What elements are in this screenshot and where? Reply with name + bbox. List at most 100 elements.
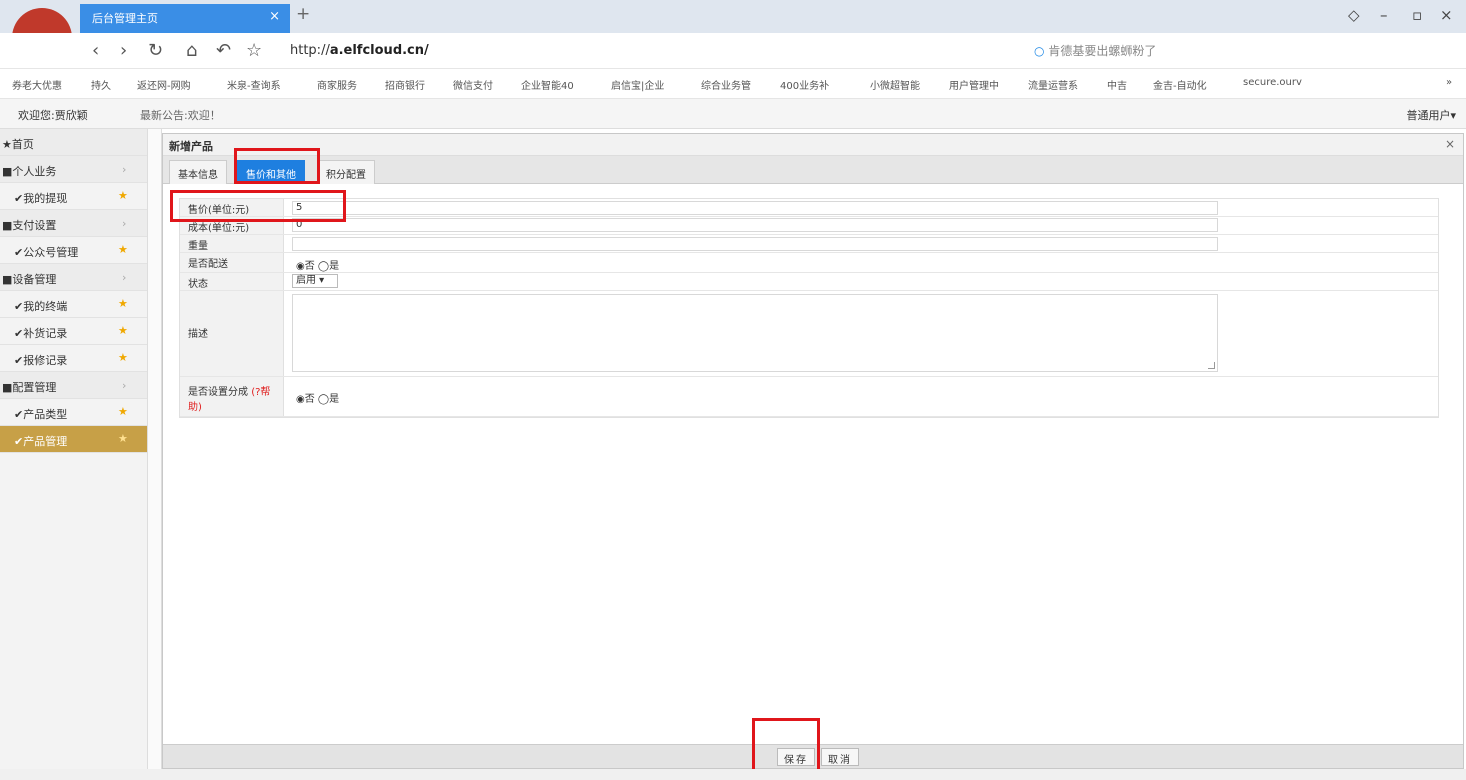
row-delivery: 是否配送 ◉否 ◯是 xyxy=(180,253,1438,273)
sidebar-item-label: ✔公众号管理 xyxy=(14,246,79,259)
sidebar-item[interactable]: ■支付设置 › xyxy=(0,210,147,237)
chevron-right-icon: › xyxy=(122,217,127,230)
reload-icon[interactable]: ↻ xyxy=(148,40,163,61)
welcome-text: 欢迎您:贾欣颖 xyxy=(18,109,88,122)
search-box[interactable]: ○ 肯德基要出螺蛳粉了 xyxy=(1034,42,1156,59)
search-icon: ○ xyxy=(1034,44,1045,58)
restore-icon[interactable]: ◇ xyxy=(1348,6,1360,24)
status-label: 状态 xyxy=(180,273,284,290)
bookmark-item[interactable]: 小微超智能 xyxy=(870,77,920,92)
sidebar-item-label: ✔报修记录 xyxy=(14,354,68,367)
url-host: a.elfcloud.cn/ xyxy=(329,43,429,58)
tab-points-config[interactable]: 积分配置 xyxy=(317,160,375,184)
sidebar-item[interactable]: ✔产品类型 ★ xyxy=(0,399,147,426)
undo-icon[interactable]: ↶ xyxy=(216,40,231,61)
bookmark-item[interactable]: 金吉-自动化 xyxy=(1153,77,1207,92)
bookmark-item[interactable]: 中吉 xyxy=(1107,77,1127,92)
bookmarks-more-icon[interactable]: » xyxy=(1446,77,1452,88)
bookmark-item[interactable]: 用户管理中 xyxy=(949,77,999,92)
sidebar-item[interactable]: ✔报修记录 ★ xyxy=(0,345,147,372)
bookmark-item[interactable]: 返还网-网购 xyxy=(137,77,191,92)
row-status: 状态 启用 ▾ xyxy=(180,273,1438,291)
user-menu[interactable]: 普通用户▾ xyxy=(1406,107,1456,123)
sidebar-item-label: ✔我的提现 xyxy=(14,192,68,205)
dialog-close-icon[interactable]: × xyxy=(1445,137,1455,151)
close-window-icon[interactable]: × xyxy=(1440,6,1453,24)
cancel-button[interactable]: 取消 xyxy=(821,748,859,766)
description-textarea[interactable] xyxy=(292,294,1218,372)
bookmarks-bar: 券老大优惠 持久 返还网-网购 米泉-查询系 商家服务 招商银行 微信支付 企业智能40 启信宝… xyxy=(0,69,1466,99)
row-cost: 成本(单位:元) 0 xyxy=(180,217,1438,235)
sidebar-item[interactable]: ✔我的提现 ★ xyxy=(0,183,147,210)
dialog-title: 新增产品 × xyxy=(163,134,1463,156)
delivery-radios[interactable]: ◉否 ◯是 xyxy=(296,257,339,272)
browser-navbar: ‹ › ↻ ⌂ ↶ ☆ http://a.elfcloud.cn/ ○ 肯德基要… xyxy=(0,33,1466,69)
sidebar-item-label: ✔产品类型 xyxy=(14,408,68,421)
bookmark-item[interactable]: 启信宝|企业 xyxy=(611,77,664,92)
highlight-price xyxy=(170,190,346,222)
star-icon[interactable]: ★ xyxy=(118,432,128,445)
sidebar-item[interactable]: ✔补货记录 ★ xyxy=(0,318,147,345)
highlight-save xyxy=(752,718,820,774)
address-bar[interactable]: http://a.elfcloud.cn/ xyxy=(290,43,429,58)
search-text: 肯德基要出螺蛳粉了 xyxy=(1048,44,1157,58)
bookmark-item[interactable]: 商家服务 xyxy=(317,77,357,92)
sidebar-item[interactable]: ■个人业务 › xyxy=(0,156,147,183)
tab-basic-info[interactable]: 基本信息 xyxy=(169,160,227,184)
forward-icon[interactable]: › xyxy=(120,40,127,61)
star-icon[interactable]: ★ xyxy=(118,243,128,256)
sidebar-item-label: ■设备管理 xyxy=(2,273,57,286)
cost-input[interactable]: 0 xyxy=(292,218,1218,232)
row-description: 描述 xyxy=(180,291,1438,377)
content-strip xyxy=(148,129,162,769)
sidebar-item-label: ★首页 xyxy=(2,138,34,151)
back-icon[interactable]: ‹ xyxy=(92,40,99,61)
sidebar-item-label: ✔产品管理 xyxy=(14,435,68,448)
maximize-icon[interactable]: ▫ xyxy=(1412,6,1422,24)
dialog-title-text: 新增产品 xyxy=(169,140,213,153)
product-form: 售价(单位:元) 5 成本(单位:元) 0 重量 是否配送 ◉否 ◯是 状态 启… xyxy=(179,198,1439,418)
bookmark-item[interactable]: 企业智能40 xyxy=(521,77,574,92)
bookmark-item[interactable]: secure.ourv xyxy=(1243,77,1302,88)
row-weight: 重量 xyxy=(180,235,1438,253)
delivery-label: 是否配送 xyxy=(180,253,284,272)
star-icon[interactable]: ★ xyxy=(118,189,128,202)
url-prefix: http:// xyxy=(290,43,330,58)
price-input[interactable]: 5 xyxy=(292,201,1218,215)
bookmark-item[interactable]: 招商银行 xyxy=(385,77,425,92)
weight-input[interactable] xyxy=(292,237,1218,251)
sidebar-item[interactable]: ✔我的终端 ★ xyxy=(0,291,147,318)
sidebar-item-label: ✔我的终端 xyxy=(14,300,68,313)
bookmark-item[interactable]: 综合业务管 xyxy=(701,77,751,92)
sidebar-item[interactable]: ✔公众号管理 ★ xyxy=(0,237,147,264)
home-icon[interactable]: ⌂ xyxy=(186,40,197,61)
sidebar-item[interactable]: ■配置管理 › xyxy=(0,372,147,399)
sidebar-item[interactable]: ★首页 xyxy=(0,129,147,156)
bookmark-item[interactable]: 持久 xyxy=(91,77,111,92)
split-radios[interactable]: ◉否 ◯是 xyxy=(296,390,339,405)
bookmark-item[interactable]: 米泉-查询系 xyxy=(227,77,281,92)
bookmark-item[interactable]: 券老大优惠 xyxy=(12,77,62,92)
bookmark-item[interactable]: 微信支付 xyxy=(453,77,493,92)
sidebar-item-label: ■支付设置 xyxy=(2,219,57,232)
tab-close-icon[interactable]: × xyxy=(269,9,280,24)
status-select[interactable]: 启用 ▾ xyxy=(292,274,338,288)
browser-tab[interactable]: 后台管理主页 × xyxy=(80,4,290,33)
star-icon[interactable]: ★ xyxy=(118,405,128,418)
minimize-icon[interactable]: – xyxy=(1380,6,1388,24)
weight-label: 重量 xyxy=(180,235,284,252)
bookmark-item[interactable]: 400业务补 xyxy=(780,77,829,92)
star-icon[interactable]: ★ xyxy=(118,324,128,337)
star-icon[interactable]: ★ xyxy=(118,297,128,310)
sidebar-item[interactable]: ✔产品管理 ★ xyxy=(0,426,147,453)
bookmark-item[interactable]: 流量运营系 xyxy=(1028,77,1078,92)
sidebar-item-label: ✔补货记录 xyxy=(14,327,68,340)
row-price: 售价(单位:元) 5 xyxy=(180,199,1438,217)
new-tab-icon[interactable]: + xyxy=(296,4,310,24)
star-icon[interactable]: ★ xyxy=(118,351,128,364)
sidebar-item-label: ■配置管理 xyxy=(2,381,57,394)
new-product-dialog: 新增产品 × 基本信息 售价和其他 积分配置 售价(单位:元) 5 成本(单位:… xyxy=(162,133,1464,769)
sidebar-item[interactable]: ■设备管理 › xyxy=(0,264,147,291)
favorite-icon[interactable]: ☆ xyxy=(246,40,262,61)
dialog-tabs: 基本信息 售价和其他 积分配置 xyxy=(163,156,1463,184)
